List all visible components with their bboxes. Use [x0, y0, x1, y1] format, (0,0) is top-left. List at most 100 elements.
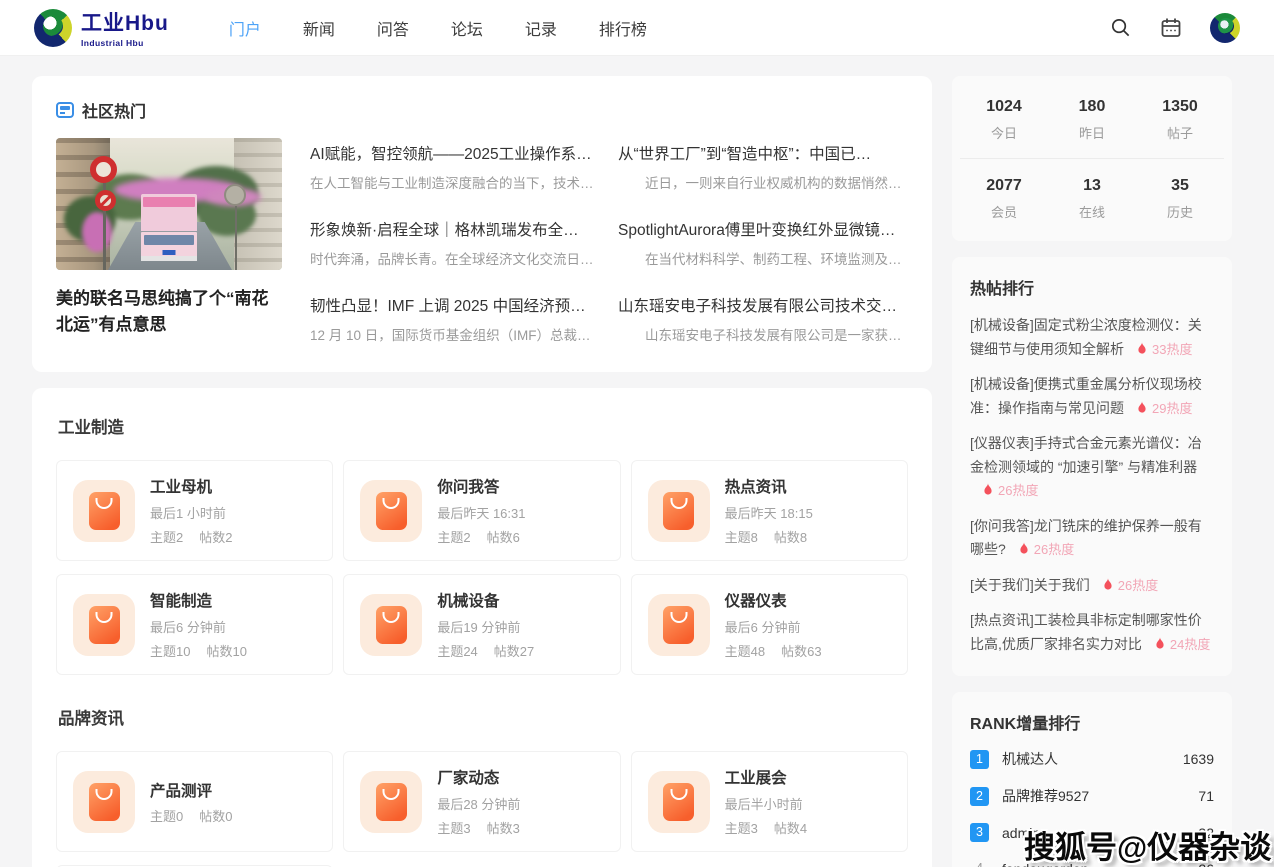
featured-caption[interactable]: 美的联名马思纯搞了个“南花北运”有点意思 — [56, 286, 284, 337]
forum-topic-count: 主题8 — [725, 527, 758, 546]
forum-card[interactable]: 工业展会 最后半小时前 主题3 帖数4 — [631, 751, 908, 852]
article-list-item[interactable]: 韧性凸显！IMF 上调 2025 中国经济预期… 12 月 10 日，国际货币基… — [310, 294, 600, 344]
nav-item[interactable]: 门户 — [229, 16, 261, 40]
nav-item[interactable]: 记录 — [525, 16, 557, 40]
flame-icon — [1018, 542, 1030, 556]
flame-icon — [1154, 637, 1166, 651]
stat-label: 今日 — [960, 123, 1048, 142]
forum-topic-count: 主题3 — [437, 818, 470, 837]
forum-stats-box: 1024 今日 180 昨日 1350 帖子 2077 会员 13 在线 35 … — [952, 76, 1232, 241]
forum-post-count: 帖数10 — [206, 641, 246, 660]
forum-bag-icon — [648, 480, 710, 542]
calendar-icon[interactable] — [1159, 16, 1183, 40]
rank-badge: 4 — [970, 859, 989, 867]
hot-post-item[interactable]: [关于我们]关于我们26热度 — [970, 574, 1214, 598]
section-title-brand: 品牌资讯 — [58, 705, 908, 729]
forum-card[interactable]: 热点资讯 最后昨天 18:15 主题8 帖数8 — [631, 460, 908, 561]
hot-post-item[interactable]: [热点资讯]工装检具非标定制哪家性价比高,优质厂家排名实力对比24热度 — [970, 609, 1214, 656]
logo-subtitle: Industrial Hbu — [81, 38, 169, 48]
article-subtitle: 近日，一则来自行业权威机构的数据悄然… — [618, 172, 908, 192]
flame-icon — [1102, 578, 1114, 592]
forum-post-count: 帖数2 — [199, 527, 232, 546]
stat-value: 1024 — [960, 98, 1048, 116]
flame-icon — [1136, 401, 1148, 415]
top-header: 工业Hbu Industrial Hbu 门户 新闻 问答 论坛 记录 排行榜 — [0, 0, 1274, 56]
article-title: SpotlightAurora傅里叶变换红外显微镜… — [618, 218, 908, 240]
stat-cell: 13 在线 — [1048, 177, 1136, 221]
hot-post-item[interactable]: [机械设备]固定式粉尘浓度检测仪：关键细节与使用须知全解析33热度 — [970, 314, 1214, 361]
rank-username: fandougarden — [1002, 861, 1185, 867]
forum-bag-icon — [360, 480, 422, 542]
forum-name: 智能制造 — [150, 589, 247, 611]
rank-row[interactable]: 4 fandougarden 26 — [970, 859, 1214, 867]
nav-item[interactable]: 问答 — [377, 16, 409, 40]
hot-post-heat: 26热度 — [1034, 542, 1074, 557]
forum-bag-icon — [648, 771, 710, 833]
nav-item[interactable]: 排行榜 — [599, 16, 647, 40]
rank-row[interactable]: 1 机械达人 1639 — [970, 749, 1214, 769]
rank-row[interactable]: 3 admin 32 — [970, 823, 1214, 842]
hot-posts-title: 热帖排行 — [970, 275, 1214, 299]
forum-name: 工业母机 — [150, 475, 232, 497]
forum-card[interactable]: 产品测评 主题0 帖数0 — [56, 751, 333, 852]
forum-last-post-time: 最后昨天 16:31 — [437, 503, 525, 522]
community-hot-icon — [56, 102, 74, 118]
article-list-item[interactable]: 从“世界工厂”到“智造中枢”：中国已… 近日，一则来自行业权威机构的数据悄然… — [618, 142, 908, 192]
article-list-item[interactable]: 山东瑶安电子科技发展有限公司技术交… 山东瑶安电子科技发展有限公司是一家获… — [618, 294, 908, 344]
forum-topic-count: 主题48 — [725, 641, 765, 660]
forum-card[interactable]: 厂家动态 最后28 分钟前 主题3 帖数3 — [343, 751, 620, 852]
article-title: AI赋能，智控领航——2025工业操作系… — [310, 142, 600, 164]
forum-bag-icon — [360, 771, 422, 833]
stat-label: 在线 — [1048, 202, 1136, 221]
rank-row[interactable]: 2 品牌推荐9527 71 — [970, 786, 1214, 806]
hot-post-item[interactable]: [机械设备]便携式重金属分析仪现场校准：操作指南与常见问题29热度 — [970, 373, 1214, 420]
rank-badge: 1 — [970, 750, 989, 769]
article-list-item[interactable]: 形象焕新·启程全球｜格林凯瑞发布全… 时代奔涌，品牌长青。在全球经济文化交流日… — [310, 218, 600, 268]
forum-name: 厂家动态 — [437, 766, 520, 788]
nav-item[interactable]: 论坛 — [451, 16, 483, 40]
forum-card[interactable]: 智能制造 最后6 分钟前 主题10 帖数10 — [56, 574, 333, 675]
flame-icon — [1136, 342, 1148, 356]
article-subtitle: 山东瑶安电子科技发展有限公司是一家获… — [618, 324, 908, 344]
forum-bag-icon — [73, 594, 135, 656]
article-title: 从“世界工厂”到“智造中枢”：中国已… — [618, 142, 908, 164]
article-list-item[interactable]: AI赋能，智控领航——2025工业操作系… 在人工智能与工业制造深度融合的当下，… — [310, 142, 600, 192]
hot-post-heat: 26热度 — [998, 483, 1038, 498]
stat-cell: 2077 会员 — [960, 177, 1048, 221]
forum-topic-count: 主题2 — [150, 527, 183, 546]
forum-post-count: 帖数6 — [487, 527, 520, 546]
article-list-item[interactable]: SpotlightAurora傅里叶变换红外显微镜… 在当代材料科学、制药工程、… — [618, 218, 908, 268]
forum-name: 仪器仪表 — [725, 589, 822, 611]
forum-name: 产品测评 — [150, 779, 232, 801]
forum-bag-icon — [360, 594, 422, 656]
stat-cell: 35 历史 — [1136, 177, 1224, 221]
nav-item[interactable]: 新闻 — [303, 16, 335, 40]
forum-topic-count: 主题24 — [437, 641, 477, 660]
forum-card[interactable]: 机械设备 最后19 分钟前 主题24 帖数27 — [343, 574, 620, 675]
forum-card[interactable]: 仪器仪表 最后6 分钟前 主题48 帖数63 — [631, 574, 908, 675]
article-subtitle: 12 月 10 日，国际货币基金组织（IMF）总裁… — [310, 324, 600, 344]
site-logo[interactable]: 工业Hbu Industrial Hbu — [34, 7, 169, 48]
rank-box: RANK增量排行 1 机械达人 1639 2 品牌推荐9527 71 3 adm… — [952, 692, 1232, 867]
hot-post-text: [你问我答]龙门铣床的维护保养一般有哪些? — [970, 518, 1202, 558]
forum-name: 热点资讯 — [725, 475, 813, 497]
forum-last-post-time: 最后半小时前 — [725, 794, 807, 813]
forum-sections-panel: 工业制造 工业母机 最后1 小时前 主题2 帖数2 你问我答 最后昨天 16:3… — [32, 388, 932, 867]
rank-score: 71 — [1198, 788, 1214, 804]
featured-article[interactable]: 美的联名马思纯搞了个“南花北运”有点意思 — [56, 138, 284, 344]
search-icon[interactable] — [1109, 16, 1132, 39]
stat-label: 昨日 — [1048, 123, 1136, 142]
user-avatar[interactable] — [1210, 13, 1240, 43]
rank-title: RANK增量排行 — [970, 710, 1214, 734]
hot-post-heat: 26热度 — [1118, 578, 1158, 593]
stat-cell: 1350 帖子 — [1136, 98, 1224, 142]
forum-post-count: 帖数8 — [774, 527, 807, 546]
pink-truck — [141, 194, 197, 261]
forum-last-post-time: 最后19 分钟前 — [437, 617, 534, 636]
forum-card[interactable]: 你问我答 最后昨天 16:31 主题2 帖数6 — [343, 460, 620, 561]
article-subtitle: 在当代材料科学、制药工程、环境监测及… — [618, 248, 908, 268]
forum-card[interactable]: 工业母机 最后1 小时前 主题2 帖数2 — [56, 460, 333, 561]
hot-post-item[interactable]: [你问我答]龙门铣床的维护保养一般有哪些?26热度 — [970, 515, 1214, 562]
article-column-2: 从“世界工厂”到“智造中枢”：中国已… 近日，一则来自行业权威机构的数据悄然… … — [618, 142, 908, 344]
hot-post-item[interactable]: [仪器仪表]手持式合金元素光谱仪：冶金检测领域的 “加速引擎” 与精准利器26热… — [970, 432, 1214, 503]
